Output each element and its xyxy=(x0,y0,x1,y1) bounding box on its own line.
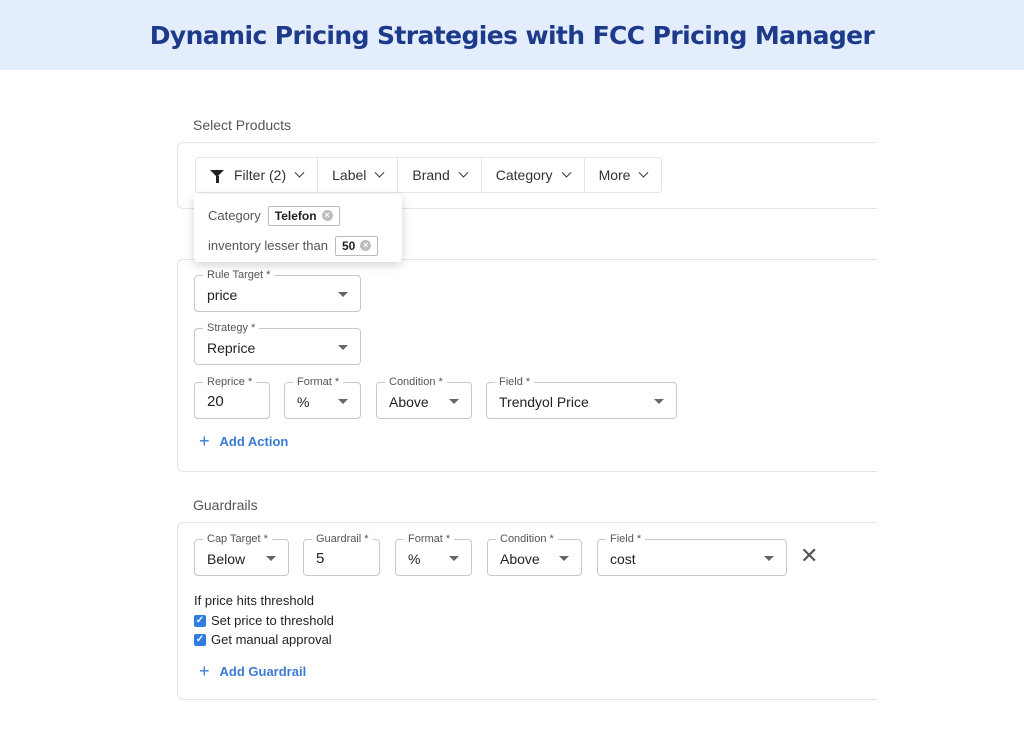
chevron-down-icon xyxy=(639,167,649,178)
reprice-input[interactable]: Reprice * 20 xyxy=(194,376,270,419)
add-action-label: Add Action xyxy=(219,434,289,449)
label-filter-button[interactable]: Label xyxy=(318,158,399,192)
popover-row-label: inventory lesser than xyxy=(208,238,328,253)
plus-icon: + xyxy=(199,431,210,451)
guardrail-field-value: cost xyxy=(610,551,636,567)
guardrails-label: Guardrails xyxy=(193,497,258,513)
chip-label: 50 xyxy=(341,238,356,253)
page-title: Dynamic Pricing Strategies with FCC Pric… xyxy=(149,20,875,50)
checkbox-label: Get manual approval xyxy=(211,632,332,647)
caret-down-icon xyxy=(449,399,459,404)
caret-down-icon xyxy=(449,556,459,561)
guardrail-field-select[interactable]: Field * cost xyxy=(597,533,787,576)
remove-guardrail-icon[interactable]: ✕ xyxy=(800,545,818,567)
caret-down-icon xyxy=(338,345,348,350)
popover-row-inventory: inventory lesser than 50 × xyxy=(208,232,388,259)
set-price-to-threshold-checkbox[interactable]: ✓ Set price to threshold xyxy=(194,613,334,628)
filter-button-label: Filter (2) xyxy=(234,167,287,183)
chevron-down-icon xyxy=(374,167,385,178)
field-label: Field * xyxy=(495,376,535,388)
guardrail-format-value: % xyxy=(408,551,421,567)
filter-bar: Filter (2) Label Brand Category More xyxy=(195,157,663,193)
strategy-select[interactable]: Strategy * Reprice xyxy=(194,322,361,365)
checkbox-checked-icon[interactable]: ✓ xyxy=(194,633,206,646)
checkbox-label: Set price to threshold xyxy=(211,613,334,628)
popover-row-label: Category xyxy=(208,208,261,223)
cap-target-label: Cap Target * xyxy=(203,533,272,545)
cap-target-select[interactable]: Cap Target * Below xyxy=(194,533,289,576)
more-filter-button[interactable]: More xyxy=(585,158,662,192)
filter-popover: Category Telefon × inventory lesser than… xyxy=(194,194,402,262)
plus-icon: + xyxy=(199,661,210,681)
select-products-label: Select Products xyxy=(193,117,292,133)
filter-chip-telefon: Telefon × xyxy=(267,205,340,226)
strategy-value: Reprice xyxy=(207,340,256,356)
chip-label: Telefon xyxy=(274,208,317,223)
guardrail-input[interactable]: Guardrail * 5 xyxy=(303,533,380,576)
guardrail-format-label: Format * xyxy=(404,533,455,545)
filter-button[interactable]: Filter (2) xyxy=(196,158,319,192)
chevron-down-icon xyxy=(294,167,305,178)
category-filter-label: Category xyxy=(495,167,553,183)
guardrail-condition-value: Above xyxy=(500,551,540,567)
guardrail-field-label: Field * xyxy=(606,533,646,545)
get-manual-approval-checkbox[interactable]: ✓ Get manual approval xyxy=(194,632,332,647)
rule-target-select[interactable]: Rule Target * price xyxy=(194,269,361,312)
guardrail-label: Guardrail * xyxy=(312,533,373,545)
guardrail-condition-label: Condition * xyxy=(496,533,558,545)
condition-label: Condition * xyxy=(385,376,447,388)
condition-select[interactable]: Condition * Above xyxy=(376,376,472,419)
caret-down-icon xyxy=(338,292,348,297)
guardrail-condition-select[interactable]: Condition * Above xyxy=(487,533,582,576)
caret-down-icon xyxy=(266,556,276,561)
caret-down-icon xyxy=(559,556,569,561)
strategy-label: Strategy * xyxy=(203,322,260,334)
cap-target-value: Below xyxy=(207,551,246,567)
category-filter-button[interactable]: Category xyxy=(482,158,585,192)
caret-down-icon xyxy=(654,399,664,404)
guardrail-format-select[interactable]: Format * % xyxy=(395,533,472,576)
remove-chip-icon[interactable]: × xyxy=(321,210,333,221)
caret-down-icon xyxy=(338,399,348,404)
add-guardrail-button[interactable]: + Add Guardrail xyxy=(199,661,306,682)
condition-value: Above xyxy=(389,394,429,410)
caret-down-icon xyxy=(764,556,774,561)
remove-chip-icon[interactable]: × xyxy=(360,240,372,251)
brand-filter-button[interactable]: Brand xyxy=(398,158,482,192)
checkbox-checked-icon[interactable]: ✓ xyxy=(194,614,206,627)
banner: Dynamic Pricing Strategies with FCC Pric… xyxy=(0,0,1024,70)
brand-filter-label: Brand xyxy=(412,167,450,183)
field-select[interactable]: Field * Trendyol Price xyxy=(486,376,677,419)
format-label: Format * xyxy=(293,376,344,388)
threshold-text: If price hits threshold xyxy=(194,593,314,608)
field-value: Trendyol Price xyxy=(499,394,589,410)
format-value: % xyxy=(297,394,310,410)
chevron-down-icon xyxy=(458,167,469,178)
popover-row-category: Category Telefon × xyxy=(208,202,388,229)
rule-target-label: Rule Target * xyxy=(203,269,275,281)
filter-chip-50: 50 × xyxy=(334,235,379,256)
add-guardrail-label: Add Guardrail xyxy=(219,664,307,679)
reprice-label: Reprice * xyxy=(203,376,257,388)
label-filter-label: Label xyxy=(332,167,367,183)
format-select[interactable]: Format * % xyxy=(284,376,361,419)
add-action-button[interactable]: + Add Action xyxy=(199,431,288,452)
chevron-down-icon xyxy=(561,167,572,178)
guardrail-value: 5 xyxy=(316,550,325,567)
more-filter-label: More xyxy=(598,167,631,183)
funnel-icon xyxy=(210,169,224,183)
reprice-value: 20 xyxy=(207,393,224,410)
rule-target-value: price xyxy=(207,287,238,303)
